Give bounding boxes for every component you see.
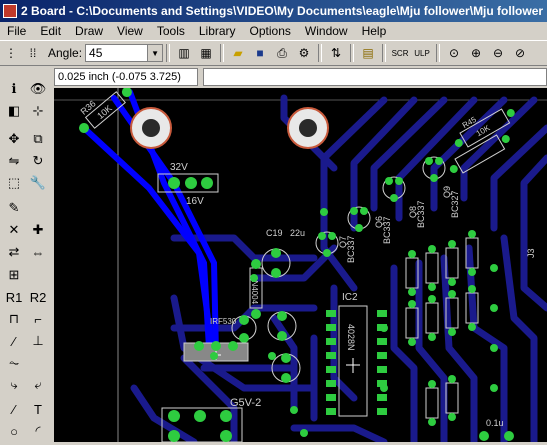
zoom-fit-icon[interactable]: ⊙ — [444, 43, 464, 63]
capacitor-c19[interactable]: C19 22u — [261, 228, 305, 278]
wire-icon[interactable]: ∕ — [4, 399, 24, 419]
replace-icon[interactable]: ⇔ — [28, 242, 48, 262]
bottom-traces — [130, 94, 547, 445]
toolbar-separator — [382, 44, 387, 62]
toolbar-separator — [220, 44, 225, 62]
resistor-array[interactable]: J3 — [380, 230, 536, 426]
circle-icon[interactable]: ○ — [4, 421, 24, 441]
irf-label: IRF530 — [210, 317, 237, 326]
cam-icon[interactable]: ⚙ — [294, 43, 314, 63]
q8-part: BC337 — [416, 200, 426, 228]
zoom-out-icon[interactable]: ⊖ — [488, 43, 508, 63]
menu-options[interactable]: Options — [243, 24, 298, 38]
split-icon[interactable]: ∕ — [4, 331, 24, 351]
mark-icon[interactable]: ⊹ — [28, 101, 48, 121]
script-icon[interactable]: SCR — [390, 43, 410, 63]
ulp-icon[interactable]: ULP — [412, 43, 432, 63]
zoom-redraw-icon[interactable]: ⊘ — [510, 43, 530, 63]
toolbar-separator — [350, 44, 355, 62]
zoom-in-icon[interactable]: ⊕ — [466, 43, 486, 63]
chevron-down-icon[interactable]: ▼ — [147, 45, 163, 61]
pcb-drawing[interactable]: R36 10K 32V 16V C19 22u 1N4004 IRF530 G5… — [54, 87, 547, 445]
toolbar-separator — [318, 44, 323, 62]
delete-icon[interactable]: ✕ — [4, 220, 24, 240]
name-icon[interactable]: R1 — [4, 287, 24, 307]
menu-view[interactable]: View — [110, 24, 150, 38]
q9-part: BC327 — [450, 190, 460, 218]
angle-label: Angle: — [48, 46, 83, 60]
ic2-label: IC2 — [342, 292, 358, 303]
grip-icon: ⋮ — [5, 46, 17, 60]
coordinate-display: 0.025 inch (-0.075 3.725) — [54, 68, 198, 86]
mirror-icon[interactable]: ▥ — [174, 43, 194, 63]
pinswap-icon[interactable]: ⇄ — [4, 242, 24, 262]
menu-help[interactable]: Help — [355, 24, 394, 38]
coordinate-bar: 0.025 inch (-0.075 3.725) — [54, 67, 547, 87]
info-icon[interactable]: ℹ — [4, 79, 24, 99]
ic2-part: 4028N — [346, 324, 356, 351]
board-canvas[interactable]: R36 10K 32V 16V C19 22u 1N4004 IRF530 G5… — [54, 87, 547, 445]
paste-icon[interactable]: ✎ — [4, 198, 24, 218]
relay-g5v[interactable]: G5V-2 — [161, 397, 261, 443]
c19-value: 22u — [290, 228, 305, 238]
j3-label: J3 — [526, 248, 536, 258]
move-icon[interactable]: ✥ — [4, 129, 24, 149]
optimize-icon[interactable]: ⊥ — [28, 331, 48, 351]
tool-palette: ℹ 👁 ◧ ⊹ ✥ ⧉ ⇋ ↻ ⬚ 🔧 ✎ ✕ ✚ ⇄ ⇔ ⊞ R1 R2 ⊓ … — [0, 67, 54, 442]
group-icon[interactable]: ⬚ — [4, 173, 24, 193]
add-icon[interactable]: ✚ — [28, 220, 48, 240]
capacitor-small[interactable]: 0.1u — [479, 418, 514, 441]
miter-icon[interactable]: ⌐ — [28, 309, 48, 329]
board-switch-icon[interactable]: ⇅ — [326, 43, 346, 63]
library-icon[interactable]: ▤ — [358, 43, 378, 63]
print-icon[interactable]: ⎙ — [272, 43, 292, 63]
g5v-label: G5V-2 — [230, 397, 261, 409]
menu-edit[interactable]: Edit — [33, 24, 68, 38]
show-eye-icon[interactable]: 👁 — [28, 79, 48, 99]
toolbar-separator — [166, 44, 171, 62]
mounting-hole — [287, 107, 329, 149]
menu-tools[interactable]: Tools — [150, 24, 192, 38]
menu-file[interactable]: File — [0, 24, 33, 38]
command-input[interactable] — [203, 68, 547, 86]
change-wrench-icon[interactable]: 🔧 — [28, 173, 48, 193]
signal-icon[interactable]: ⤶ — [28, 375, 48, 395]
main-toolbar: ⋮ ⁞⁞ Angle: 45 ▼ ▥ ▦ ▰ ■ ⎙ ⚙ ⇅ ▤ SCR ULP… — [0, 40, 547, 66]
angle-select[interactable]: 45 ▼ — [85, 44, 164, 62]
mirror-tool-icon[interactable]: ⇋ — [4, 151, 24, 171]
copy-icon[interactable]: ⧉ — [28, 129, 48, 149]
route-icon[interactable]: ⏦ — [4, 353, 24, 373]
toolbar-separator — [436, 44, 441, 62]
value-icon[interactable]: R2 — [28, 287, 48, 307]
c19-label: C19 — [266, 228, 283, 238]
ripup-icon[interactable]: ⤷ — [4, 375, 24, 395]
connector-16v-label: 16V — [186, 196, 204, 207]
menu-library[interactable]: Library — [192, 24, 243, 38]
rotate-icon[interactable]: ↻ — [28, 151, 48, 171]
app-icon — [3, 4, 17, 18]
q7-part: BC337 — [346, 235, 356, 263]
menu-draw[interactable]: Draw — [68, 24, 110, 38]
layout-icon[interactable]: ▦ — [196, 43, 216, 63]
menu-bar: File Edit Draw View Tools Library Option… — [0, 22, 547, 40]
text-icon[interactable]: T — [28, 399, 48, 419]
cap-value: 0.1u — [486, 418, 504, 428]
title-bar: 2 Board - C:\Documents and Settings\VIDE… — [0, 0, 547, 22]
q6-part: BC337 — [382, 216, 392, 244]
grid-dots-icon[interactable]: ⁞⁞ — [23, 43, 43, 63]
connector-32v-label: 32V — [170, 162, 188, 173]
lock-icon[interactable]: ⊞ — [4, 265, 24, 285]
angle-value: 45 — [89, 46, 103, 60]
smash-icon[interactable]: ⊓ — [4, 309, 24, 329]
display-layers-icon[interactable]: ◧ — [4, 101, 24, 121]
open-folder-icon[interactable]: ▰ — [228, 43, 248, 63]
mounting-hole — [130, 107, 172, 149]
save-icon[interactable]: ■ — [250, 43, 270, 63]
r36-value: 10K — [95, 103, 114, 121]
window-title: 2 Board - C:\Documents and Settings\VIDE… — [21, 4, 544, 18]
arc-icon[interactable]: ◜ — [28, 421, 48, 441]
menu-window[interactable]: Window — [298, 24, 355, 38]
